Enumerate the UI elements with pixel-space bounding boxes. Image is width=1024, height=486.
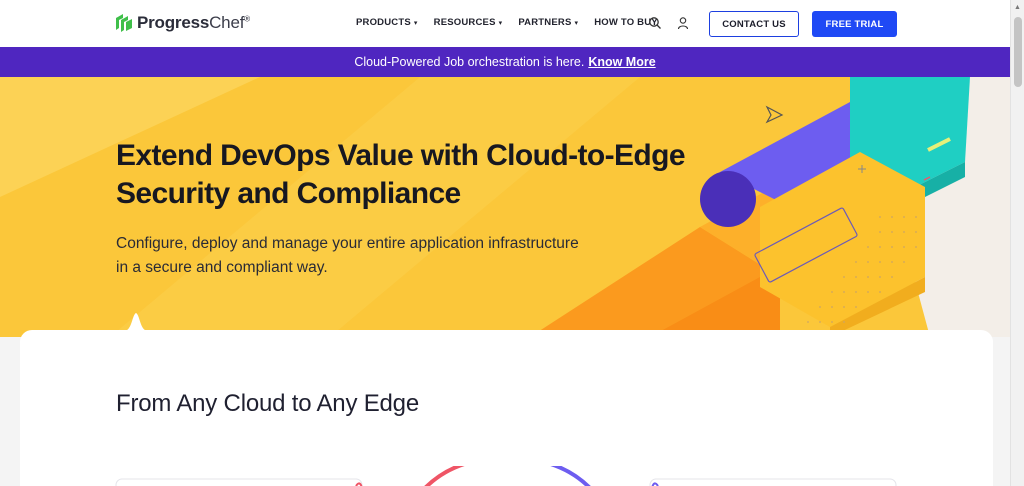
banner-text: Cloud-Powered Job orchestration is here. [354,55,585,69]
nav-resources[interactable]: RESOURCES ▾ [434,17,503,28]
nav-partners[interactable]: PARTNERS ▾ [518,17,578,28]
nav-products[interactable]: PRODUCTS ▾ [356,17,418,28]
know-more-link[interactable]: Know More [588,55,655,69]
search-icon[interactable] [648,16,662,30]
hero-section: Extend DevOps Value with Cloud-to-Edge S… [0,77,1010,337]
scroll-up-arrow-icon[interactable]: ▲ [1014,4,1021,11]
chevron-down-icon: ▾ [413,19,418,27]
section-title: From Any Cloud to Any Edge [116,390,419,417]
progress-logo-icon [116,14,132,32]
user-icon[interactable] [676,16,690,30]
logo-wordmark: ProgressChef® [137,13,250,32]
contact-us-button[interactable]: CONTACT US [709,11,799,37]
free-trial-button[interactable]: FREE TRIAL [812,11,897,37]
main-nav: PRODUCTS ▾ RESOURCES ▾ PARTNERS ▾ HOW TO BU… [356,17,674,28]
progress-chef-logo[interactable]: ProgressChef® [116,13,250,33]
site-header: ProgressChef® PRODUCTS ▾ RESOURCES ▾ PARTN… [0,0,1010,47]
hero-subtitle: Configure, deploy and manage your entire… [116,235,579,276]
announcement-banner: Cloud-Powered Job orchestration is here.… [0,47,1010,77]
chevron-down-icon: ▾ [574,19,579,27]
card-notch [124,313,148,331]
chevron-down-icon: ▾ [498,19,503,27]
hero-title: Extend DevOps Value with Cloud-to-Edge S… [116,139,686,210]
scrollbar-thumb[interactable] [1014,17,1022,87]
page-scrollbar[interactable]: ▲ [1010,0,1024,486]
section-illustration [115,466,897,486]
